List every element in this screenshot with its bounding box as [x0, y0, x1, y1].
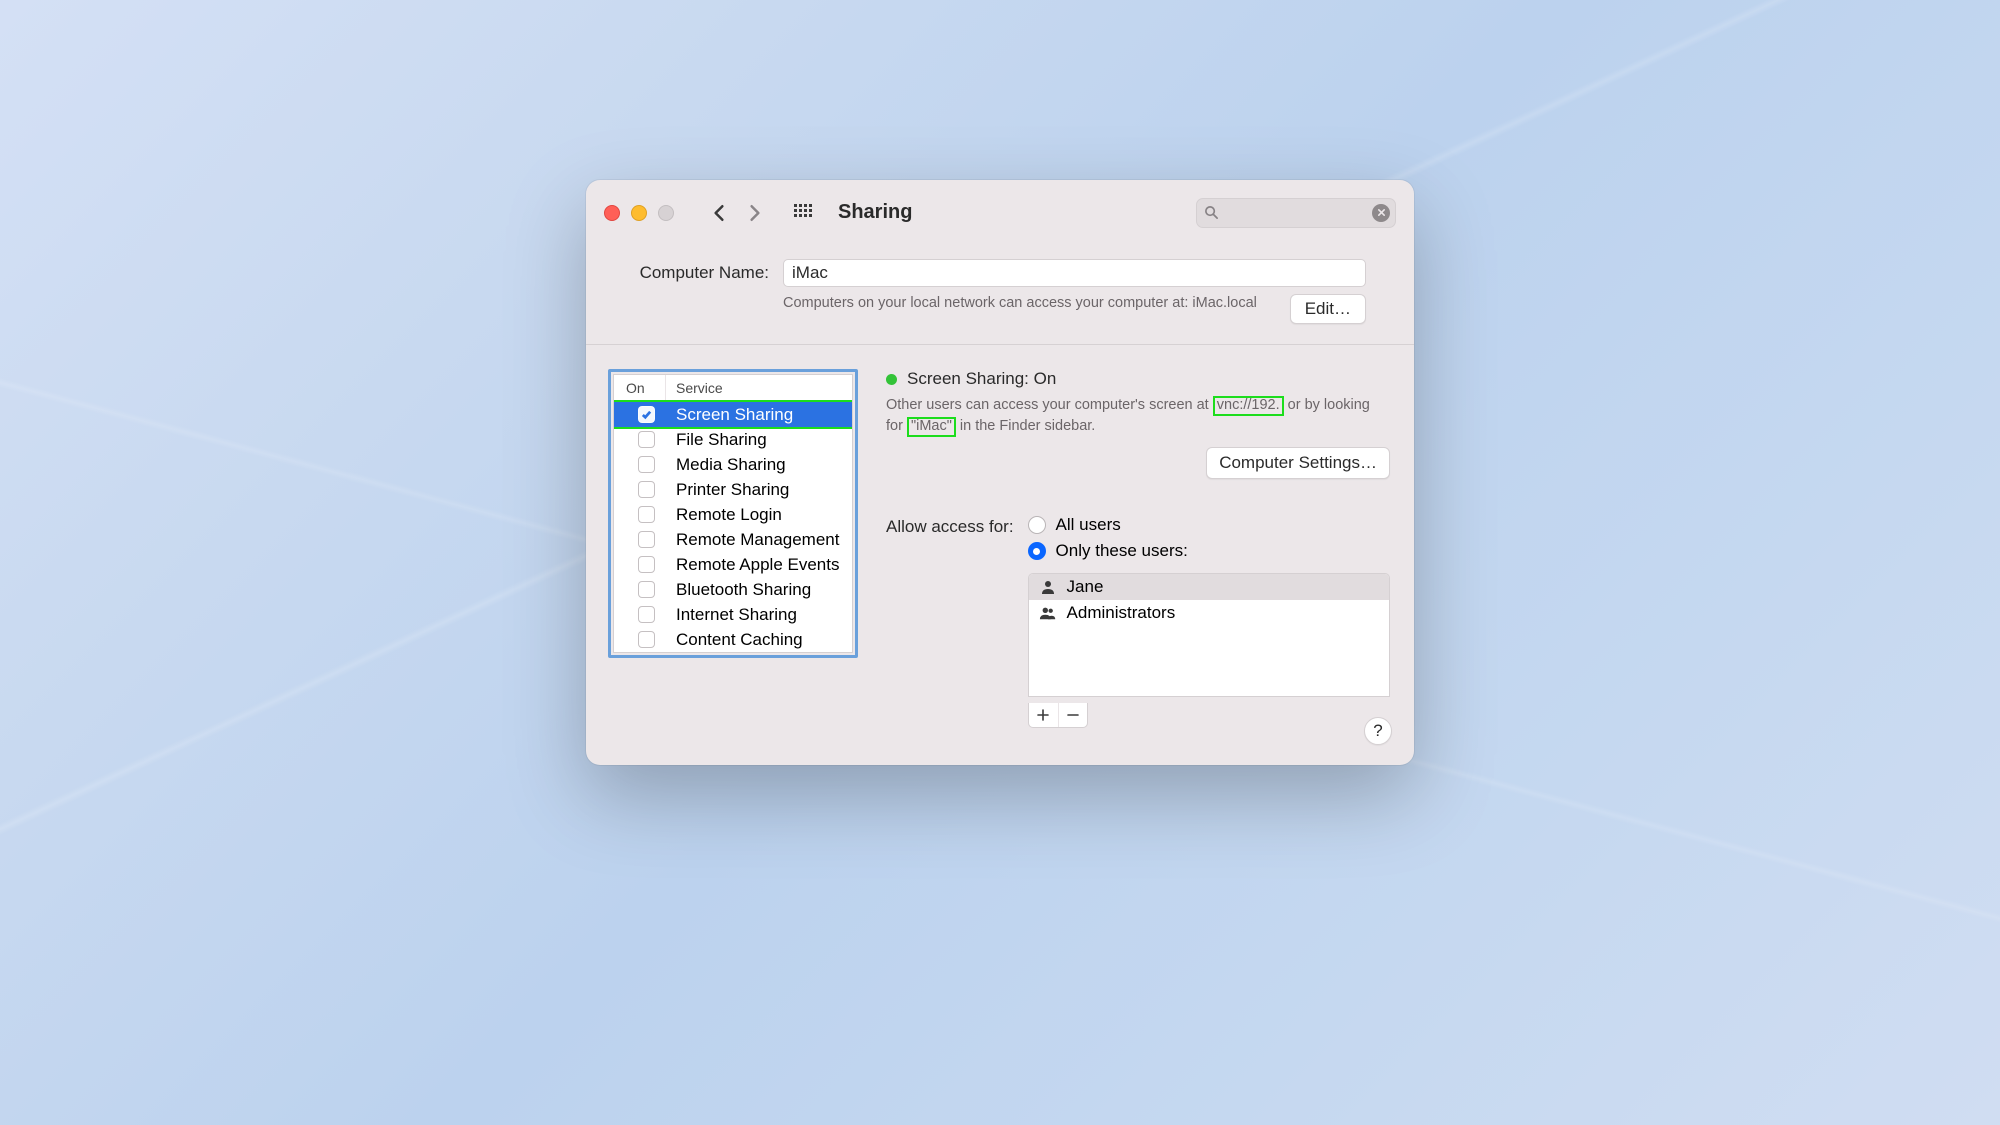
- person-icon: [1039, 580, 1057, 594]
- service-detail-pane: Screen Sharing: On Other users can acces…: [886, 369, 1390, 728]
- service-row[interactable]: Bluetooth Sharing: [614, 577, 852, 602]
- help-button[interactable]: ?: [1364, 717, 1392, 745]
- remove-user-button[interactable]: [1058, 703, 1087, 727]
- chevron-right-icon: [748, 204, 762, 222]
- services-header: On Service: [614, 375, 852, 402]
- service-row[interactable]: File Sharing: [614, 427, 852, 452]
- search-field-wrap: [1196, 198, 1396, 228]
- service-checkbox[interactable]: [638, 606, 655, 623]
- chevron-left-icon: [712, 204, 726, 222]
- page-title: Sharing: [838, 201, 912, 224]
- computer-settings-button[interactable]: Computer Settings…: [1206, 447, 1390, 479]
- service-row[interactable]: Content Caching: [614, 627, 852, 652]
- computer-name-label: Computer Name:: [634, 263, 769, 283]
- access-radio-group: All users Only these users: Jane Administ…: [1028, 515, 1390, 728]
- group-icon: [1039, 606, 1057, 620]
- user-name: Administrators: [1067, 603, 1176, 623]
- minus-icon: [1067, 709, 1079, 721]
- header-on: On: [614, 375, 666, 401]
- add-user-button[interactable]: [1029, 703, 1058, 727]
- service-label: Remote Login: [666, 505, 782, 525]
- service-checkbox[interactable]: [638, 506, 655, 523]
- service-label: Printer Sharing: [666, 480, 789, 500]
- minimize-button[interactable]: [631, 205, 647, 221]
- computer-name-input[interactable]: [783, 259, 1366, 287]
- user-list[interactable]: Jane Administrators: [1028, 573, 1390, 697]
- allow-access-label: Allow access for:: [886, 515, 1014, 537]
- status-label: Screen Sharing: On: [907, 369, 1056, 389]
- grid-icon: [794, 204, 812, 222]
- highlight-computer-name: "iMac": [907, 417, 956, 437]
- access-desc-text: in the Finder sidebar.: [956, 418, 1095, 434]
- user-name: Jane: [1067, 577, 1104, 597]
- service-checkbox[interactable]: [638, 631, 655, 648]
- services-list-focus-ring: On Service Screen Sharing File Sharing Med…: [608, 369, 858, 658]
- computer-name-description: Computers on your local network can acce…: [783, 294, 1276, 314]
- toolbar: Sharing: [586, 180, 1414, 245]
- service-label: Remote Management: [666, 530, 839, 550]
- allow-access-section: Allow access for: All users Only these u…: [886, 515, 1390, 728]
- search-icon: [1204, 205, 1219, 225]
- service-checkbox[interactable]: [638, 581, 655, 598]
- service-checkbox[interactable]: [638, 431, 655, 448]
- radio-label: Only these users:: [1056, 541, 1188, 561]
- radio-all-users[interactable]: All users: [1028, 515, 1390, 535]
- search-input[interactable]: [1196, 198, 1396, 228]
- access-description: Other users can access your computer's s…: [886, 395, 1390, 437]
- service-row[interactable]: Internet Sharing: [614, 602, 852, 627]
- service-row[interactable]: Remote Management: [614, 527, 852, 552]
- plus-icon: [1037, 709, 1049, 721]
- main-content: On Service Screen Sharing File Sharing Med…: [586, 345, 1414, 765]
- service-row[interactable]: Remote Apple Events: [614, 552, 852, 577]
- service-row[interactable]: Media Sharing: [614, 452, 852, 477]
- maximize-button: [658, 205, 674, 221]
- service-row[interactable]: Printer Sharing: [614, 477, 852, 502]
- computer-name-section: Computer Name: Computers on your local n…: [586, 245, 1414, 344]
- x-icon: [1377, 208, 1386, 217]
- service-label: Remote Apple Events: [666, 555, 839, 575]
- user-row[interactable]: Jane: [1029, 574, 1389, 600]
- service-checkbox[interactable]: [638, 406, 655, 423]
- header-service: Service: [666, 375, 852, 401]
- radio-only-these-users[interactable]: Only these users:: [1028, 541, 1390, 561]
- window-controls: [604, 205, 674, 221]
- forward-button: [740, 198, 770, 228]
- service-label: File Sharing: [666, 430, 767, 450]
- status-row: Screen Sharing: On: [886, 369, 1390, 389]
- highlight-vnc-address: vnc://192.: [1213, 396, 1284, 416]
- access-desc-text: Other users can access your computer's s…: [886, 397, 1213, 413]
- close-button[interactable]: [604, 205, 620, 221]
- service-row[interactable]: Remote Login: [614, 502, 852, 527]
- show-all-button[interactable]: [788, 198, 818, 228]
- radio-button: [1028, 542, 1046, 560]
- radio-label: All users: [1056, 515, 1121, 535]
- clear-search-button[interactable]: [1372, 204, 1390, 222]
- service-label: Media Sharing: [666, 455, 786, 475]
- back-button[interactable]: [704, 198, 734, 228]
- service-checkbox[interactable]: [638, 556, 655, 573]
- sharing-preferences-window: Sharing Computer Name: Computers on your…: [586, 180, 1414, 765]
- services-list[interactable]: On Service Screen Sharing File Sharing Med…: [613, 374, 853, 653]
- service-checkbox[interactable]: [638, 456, 655, 473]
- edit-hostname-button[interactable]: Edit…: [1290, 294, 1366, 324]
- status-indicator-icon: [886, 374, 897, 385]
- user-list-controls: [1028, 703, 1088, 728]
- service-label: Content Caching: [666, 630, 803, 650]
- service-label: Screen Sharing: [666, 405, 793, 425]
- service-checkbox[interactable]: [638, 481, 655, 498]
- radio-button: [1028, 516, 1046, 534]
- user-row[interactable]: Administrators: [1029, 600, 1389, 626]
- service-label: Internet Sharing: [666, 605, 797, 625]
- service-checkbox[interactable]: [638, 531, 655, 548]
- service-label: Bluetooth Sharing: [666, 580, 811, 600]
- service-row[interactable]: Screen Sharing: [614, 402, 852, 427]
- nav-arrows: [704, 198, 770, 228]
